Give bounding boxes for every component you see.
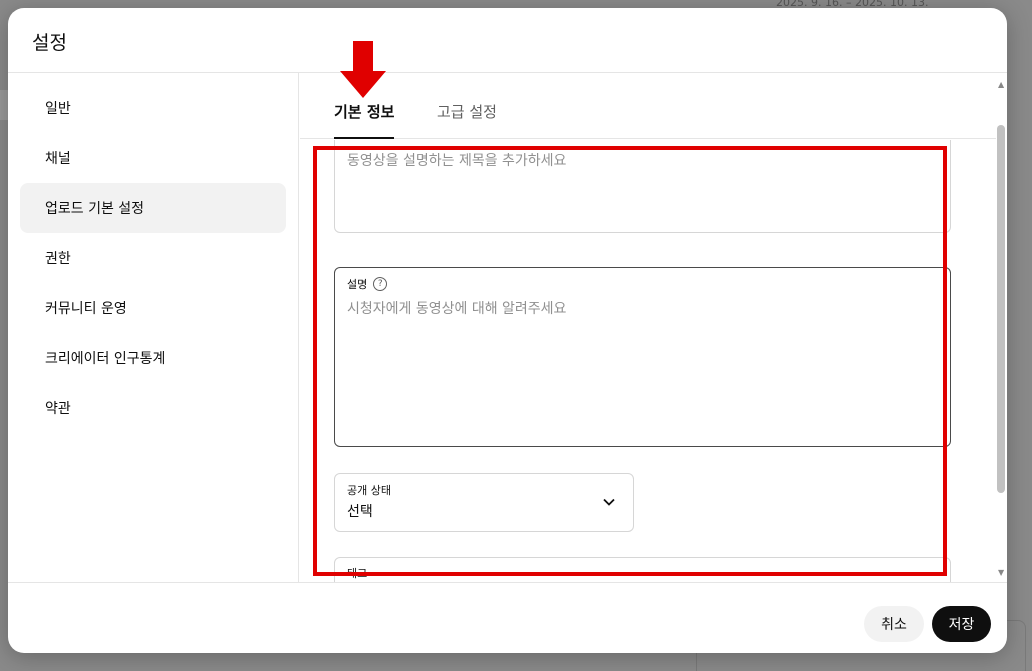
sidebar-item-permissions[interactable]: 권한: [20, 233, 286, 283]
chevron-down-icon: [603, 498, 615, 506]
scroll-down-icon[interactable]: ▼: [998, 568, 1004, 577]
sidebar-item-general[interactable]: 일반: [20, 83, 286, 133]
description-field[interactable]: 설명 ? 시청자에게 동영상에 대해 알려주세요: [334, 267, 951, 447]
save-button[interactable]: 저장: [932, 606, 991, 642]
title-field[interactable]: 동영상을 설명하는 제목을 추가하세요: [334, 140, 951, 233]
settings-main: 기본 정보 고급 설정 동영상을 설명하는 제목을 추가하세요 설명 ? 시청자…: [300, 73, 1007, 582]
dialog-title: 설정: [32, 32, 67, 54]
tab-basic-info[interactable]: 기본 정보: [334, 101, 395, 139]
visibility-value: 선택: [347, 504, 373, 520]
description-placeholder: 시청자에게 동영상에 대해 알려주세요: [347, 301, 567, 317]
settings-sidebar: 일반 채널 업로드 기본 설정 권한 커뮤니티 운영 크리에이터 인구통계 약관: [8, 73, 299, 582]
title-placeholder: 동영상을 설명하는 제목을 추가하세요: [347, 153, 567, 169]
sidebar-item-upload-defaults[interactable]: 업로드 기본 설정: [20, 183, 286, 233]
sidebar-item-terms[interactable]: 약관: [20, 383, 286, 433]
description-label-text: 설명: [347, 278, 368, 291]
visibility-dropdown[interactable]: 공개 상태 선택: [334, 473, 634, 532]
sidebar-item-community[interactable]: 커뮤니티 운영: [20, 283, 286, 333]
tab-advanced-settings[interactable]: 고급 설정: [437, 101, 497, 139]
tags-field[interactable]: 태그: [334, 557, 951, 582]
divider: [8, 582, 1007, 583]
arrow-down-icon: [340, 41, 386, 98]
help-circle-icon[interactable]: ?: [373, 277, 388, 291]
description-label: 설명 ?: [347, 276, 388, 292]
cancel-button[interactable]: 취소: [864, 606, 924, 642]
sidebar-item-creator-demographics[interactable]: 크리에이터 인구통계: [20, 333, 286, 383]
scroll-up-icon[interactable]: ▲: [998, 80, 1004, 89]
sidebar-item-channel[interactable]: 채널: [20, 133, 286, 183]
visibility-label: 공개 상태: [347, 484, 391, 497]
settings-dialog: 설정 일반 채널 업로드 기본 설정 권한 커뮤니티 운영 크리에이터 인구통계…: [8, 8, 1007, 653]
tab-bar: 기본 정보 고급 설정: [300, 73, 1007, 139]
tags-label: 태그: [347, 567, 368, 580]
scrollbar-thumb[interactable]: [997, 125, 1005, 493]
